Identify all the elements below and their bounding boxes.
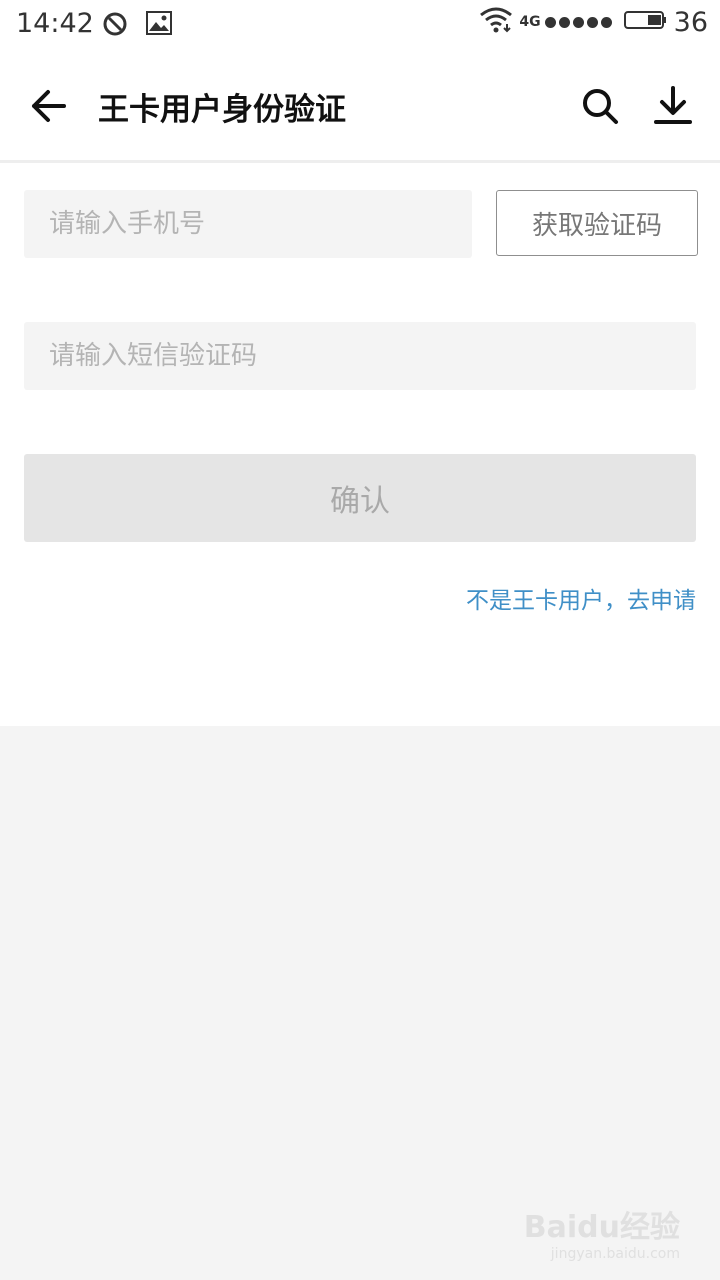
confirm-button[interactable]: 确认 xyxy=(24,454,696,542)
network-type: 4G xyxy=(519,14,541,30)
wifi-icon xyxy=(479,6,513,38)
search-icon xyxy=(583,89,618,124)
page-title: 王卡用户身份验证 xyxy=(98,92,346,128)
sms-code-input[interactable] xyxy=(24,322,696,390)
status-right-group: 4G 36 xyxy=(479,6,708,38)
app-bar: 王卡用户身份验证 xyxy=(0,50,720,163)
verification-form: 获取验证码 确认 不是王卡用户，去申请 xyxy=(0,163,720,726)
download-button[interactable] xyxy=(652,84,694,128)
status-bar: 14:42 4G 36 xyxy=(0,0,720,50)
back-button[interactable] xyxy=(26,86,70,126)
signal-dots-icon xyxy=(544,16,612,28)
watermark-url: jingyan.baidu.com xyxy=(550,1246,680,1262)
battery-icon xyxy=(623,10,666,34)
watermark: Baidu经验 jingyan.baidu.com xyxy=(524,1202,680,1262)
battery-level: 36 xyxy=(673,6,708,38)
watermark-brand: Baidu经验 xyxy=(523,1210,680,1245)
get-code-button[interactable]: 获取验证码 xyxy=(496,190,698,256)
search-button[interactable] xyxy=(580,86,620,126)
back-arrow-icon xyxy=(32,90,66,122)
do-not-disturb-icon xyxy=(102,11,128,41)
apply-link[interactable]: 不是王卡用户，去申请 xyxy=(466,581,696,615)
download-icon xyxy=(654,86,692,124)
phone-input[interactable] xyxy=(24,190,472,258)
status-time: 14:42 xyxy=(16,8,94,39)
gallery-icon xyxy=(146,11,172,39)
